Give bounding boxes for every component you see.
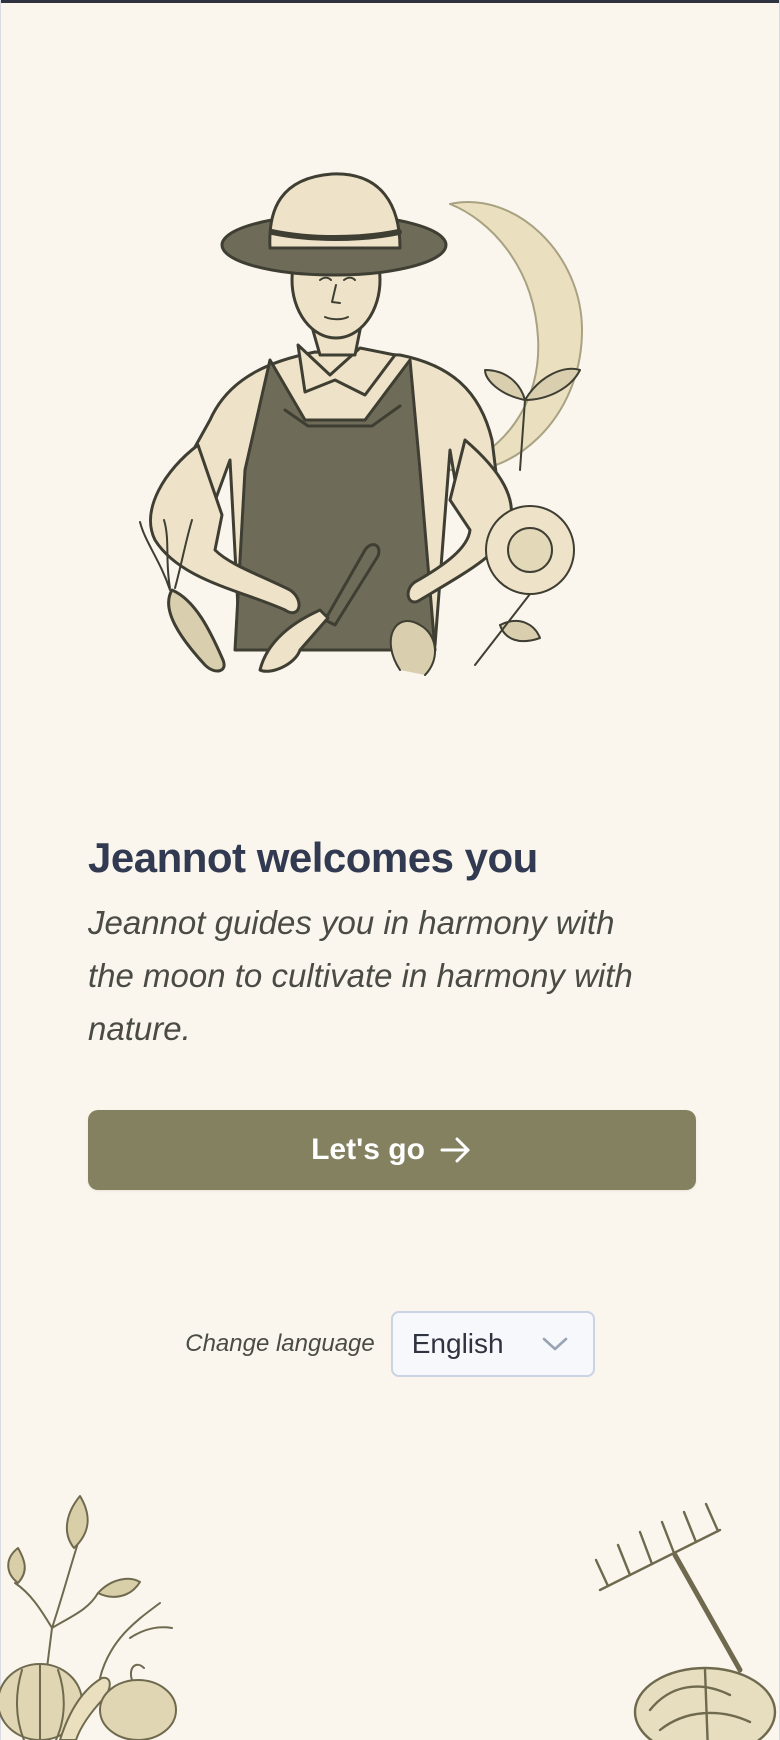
window-top-border: [0, 0, 780, 3]
language-row: Change language English: [0, 1311, 780, 1377]
lets-go-button[interactable]: Let's go: [88, 1110, 696, 1190]
language-selected-value: English: [411, 1328, 504, 1359]
rake-cabbage-illustration: [594, 1502, 777, 1740]
page-title: Jeannot welcomes you: [88, 834, 538, 881]
lets-go-label: Let's go: [311, 1133, 425, 1166]
gardener-illustration: [139, 172, 583, 676]
vegetables-illustration: [0, 1495, 177, 1740]
language-select[interactable]: English: [390, 1311, 595, 1377]
welcome-subtitle: Jeannot guides you in harmony with the m…: [88, 904, 633, 1047]
welcome-content: Jeannot welcomes you Jeannot guides you …: [88, 830, 696, 1055]
arrow-right-icon: [439, 1135, 473, 1165]
window-left-border: [0, 0, 1, 1740]
change-language-label: Change language: [185, 1330, 375, 1357]
chevron-down-icon: [541, 1328, 569, 1360]
